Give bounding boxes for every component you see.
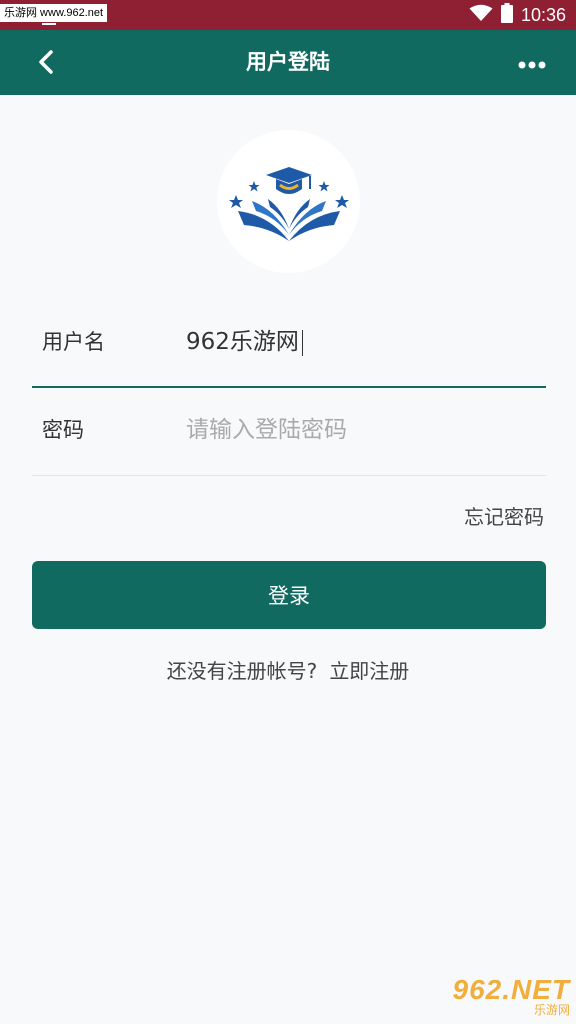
watermark-bottom-small: 乐游网 [533,1003,570,1017]
battery-icon [500,3,513,27]
username-input[interactable] [186,316,526,368]
wifi-icon [469,4,493,26]
watermark-bottom: 962.NET 乐游网 [440,974,571,1018]
login-button[interactable]: 登录 [32,561,546,629]
text-caret [302,330,303,356]
status-time: 10:36 [520,4,566,25]
more-button[interactable] [512,48,552,78]
app-bar: 用户登陆 [0,30,576,95]
watermark-bottom-big: 962.NET [452,974,570,1005]
back-button[interactable] [24,42,68,86]
register-row: 还没有注册帐号? 立即注册 [0,654,576,688]
register-link[interactable]: 立即注册 [329,659,409,683]
register-prompt: 还没有注册帐号? [166,659,318,683]
education-book-cap-logo-icon [224,155,354,249]
password-row: 密码 [32,384,546,476]
password-input[interactable] [186,404,526,456]
username-label: 用户名 [42,330,105,354]
forgot-password-link[interactable]: 忘记密码 [464,500,544,534]
status-icons: 10:36 [469,0,566,30]
watermark-top: 乐游网 www.962.net [0,4,108,25]
status-bar: 乐游网 www.962.net 10:36 [0,0,576,30]
username-row: 用户名 [32,296,546,388]
password-label: 密码 [42,418,84,442]
chevron-left-icon [36,49,56,79]
app-logo [217,130,360,273]
more-horizontal-icon [518,54,546,73]
page-title: 用户登陆 [246,50,330,74]
